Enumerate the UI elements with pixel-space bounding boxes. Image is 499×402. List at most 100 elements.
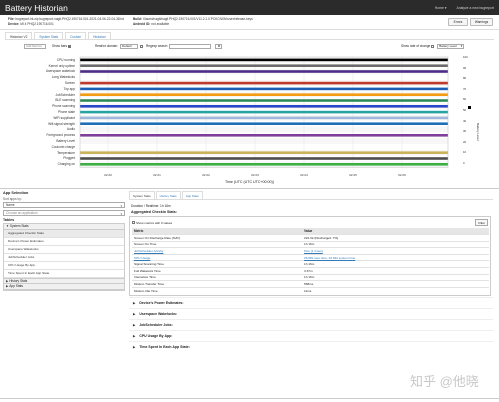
- section-label: Device's Power Estimates:: [139, 301, 184, 306]
- timeline-bar-charging-on[interactable]: [80, 163, 448, 166]
- aggregated-stats-table: Metric Value Screen On Discharge Rate (%…: [132, 228, 489, 294]
- legend-tick: 80: [463, 76, 467, 81]
- aggregated-stats-box: Show metrics with 0 values Filter Metric…: [129, 216, 491, 297]
- caret-right-icon: ▶: [6, 284, 9, 288]
- timeline-bar-userspace-wakelock[interactable]: [80, 70, 448, 73]
- table-link-jobscheduler[interactable]: JobScheduler Jobs: [4, 254, 124, 262]
- caret-right-icon: ▶: [6, 278, 9, 283]
- timeline-bar-wifi-signal-strength[interactable]: [80, 122, 448, 125]
- collapsible-section[interactable]: ▶ Device's Power Estimates:: [129, 297, 493, 308]
- timeline-bar-phone-state[interactable]: [80, 110, 448, 114]
- tab-history-stats[interactable]: History Stats: [155, 191, 181, 199]
- timeline-row-label: Plugged: [63, 156, 75, 161]
- value-cell: 11ms: [302, 286, 489, 294]
- table-link-cpu-usage[interactable]: CPU Usage By App: [4, 262, 124, 270]
- timeline-row-bg: [80, 138, 448, 144]
- legend-tick: 0: [463, 161, 465, 165]
- legend-tick: 60: [463, 97, 467, 102]
- value-cell: 568ms: [302, 280, 489, 288]
- x-axis-tick: 02:21: [153, 173, 161, 177]
- value-cell[interactable]: 26.68s user time, 23.99s system time: [302, 253, 489, 261]
- battery-legend: 100 90 80 70 60 50 40 30 20 10 0: [463, 55, 493, 165]
- app-stats-toggle[interactable]: ▶ App Stats: [4, 283, 124, 290]
- timeline-bar-ble-scanning[interactable]: [80, 99, 448, 102]
- timeline-row-label: Wifi signal strength: [48, 121, 75, 126]
- tab-system-stats-2[interactable]: System Stats: [129, 191, 155, 199]
- sort-apps-select[interactable]: Name ▾: [3, 202, 125, 208]
- value-cell: 3.37m: [302, 266, 489, 275]
- timeline-bar-jobscheduler[interactable]: [80, 93, 448, 96]
- table-link-app-state[interactable]: Time Spent In Each App State: [4, 270, 124, 278]
- value-cell: 222.32 (Discharged: 7%): [302, 234, 489, 242]
- value-cell[interactable]: 0ms (1 times): [302, 247, 489, 255]
- caret-right-icon: ▶: [133, 312, 136, 317]
- caret-right-icon: ▶: [133, 323, 136, 328]
- timeline-row-label: Phone scanning: [52, 104, 75, 109]
- caret-right-icon: ▶: [133, 345, 136, 350]
- timeline-row-bg: [80, 126, 448, 133]
- timeline-bar-top-app[interactable]: [80, 87, 448, 91]
- timeline-row-label: Audio: [66, 127, 75, 132]
- section-divider: [0, 188, 499, 189]
- timeline-bar-screen[interactable]: [80, 81, 448, 85]
- timeline-row-bg: [80, 74, 448, 81]
- table-row: Modem Transfer Time 568ms: [132, 280, 489, 288]
- x-axis-tick: 02:20: [104, 173, 112, 177]
- collapsible-section[interactable]: ▶ JobScheduler Jobs:: [129, 319, 493, 330]
- show-zero-label: Show metrics with 0 values: [136, 220, 173, 225]
- metric-cell: Interactive Time: [132, 273, 302, 281]
- timeline-bar-foreground-process[interactable]: [80, 134, 448, 137]
- battery-legend-swatch: [468, 106, 471, 109]
- timeline-row-label: Long Wakelocks: [51, 75, 75, 80]
- timeline-bar-temperature[interactable]: [80, 151, 448, 154]
- section-label: CPU Usage By App:: [139, 334, 173, 339]
- sort-apps-label: Sort apps by:: [3, 197, 22, 201]
- show-zero-checkbox[interactable]: [132, 221, 135, 224]
- chevron-down-icon: ▾: [120, 211, 122, 216]
- timeline-bar-wifi-supplicant[interactable]: [80, 116, 448, 120]
- value-link[interactable]: 26.68s user time, 23.99s system time: [304, 256, 355, 260]
- aggregated-stats-title: Aggregated Checkin Stats:: [131, 210, 177, 214]
- timeline-row-label: Screen: [64, 81, 75, 85]
- metric-link[interactable]: JobScheduler Activity: [134, 249, 163, 253]
- collapsible-section[interactable]: ▶ CPU Usage By App:: [129, 330, 493, 341]
- filter-button[interactable]: Filter: [475, 219, 488, 226]
- section-label: Userspace Wakelocks:: [139, 312, 178, 317]
- system-stats-group: ▼ System Stats Aggregated Checkin Stats …: [3, 222, 125, 291]
- section-label: JobScheduler Jobs:: [139, 323, 173, 328]
- timeline-row-label: Foreground process: [46, 133, 75, 138]
- metric-link[interactable]: CPU Usage: [134, 256, 150, 260]
- table-link-power-estimates[interactable]: Device's Power Estimates: [4, 238, 124, 246]
- metric-cell: Screen On Time: [132, 240, 302, 248]
- collapsible-section[interactable]: ▶ Userspace Wakelocks:: [129, 308, 493, 319]
- metric-cell: Modem Idle Time: [132, 286, 302, 294]
- stats-panel: System Stats History Stats App Stats Dur…: [129, 191, 493, 352]
- timeline-row-label: Coulomb charge: [51, 144, 75, 149]
- timeline-bar-kernel-only-uptime[interactable]: [80, 64, 448, 67]
- table-row: JobScheduler Activity 0ms (1 times): [132, 247, 489, 255]
- table-link-aggregated[interactable]: Aggregated Checkin Stats: [4, 229, 124, 238]
- timeline-bar-plugged[interactable]: [80, 157, 448, 160]
- timeline-row-label: JobScheduler: [55, 92, 76, 97]
- collapsible-section[interactable]: ▶ Time Spent In Each App State:: [129, 341, 493, 352]
- app-selection-panel: App Selection Sort apps by: Name ▾ Choos…: [3, 191, 125, 291]
- timeline-bar-cpu-running[interactable]: [80, 58, 448, 62]
- timeline-row-label: Phone state: [57, 110, 75, 114]
- x-axis-tick: 02:23: [251, 173, 259, 177]
- metric-cell[interactable]: CPU Usage: [132, 253, 302, 261]
- caret-right-icon: ▶: [133, 334, 136, 339]
- table-link-wakelocks[interactable]: Userspace Wakelocks: [4, 246, 124, 254]
- tab-app-stats[interactable]: App Stats: [181, 191, 203, 199]
- table-row: CPU Usage 26.68s user time, 23.99s system…: [132, 253, 489, 261]
- value-link[interactable]: 0ms (1 times): [304, 249, 323, 253]
- metric-cell[interactable]: JobScheduler Activity: [132, 247, 302, 255]
- timeline-bar-phone-scanning[interactable]: [80, 105, 448, 108]
- choose-app-select[interactable]: Choose an application ▾: [3, 209, 125, 216]
- timeline-row-label: Userspace wakelock: [45, 69, 75, 74]
- watermark: 知乎 @他晓: [410, 374, 479, 389]
- table-row: Modem Idle Time 11ms: [132, 286, 489, 294]
- legend-tick: 30: [463, 129, 467, 134]
- app-selection-title: App Selection: [3, 191, 29, 195]
- table-row: Interactive Time 1h 16m: [132, 273, 489, 281]
- caret-down-icon: ▼: [6, 224, 9, 228]
